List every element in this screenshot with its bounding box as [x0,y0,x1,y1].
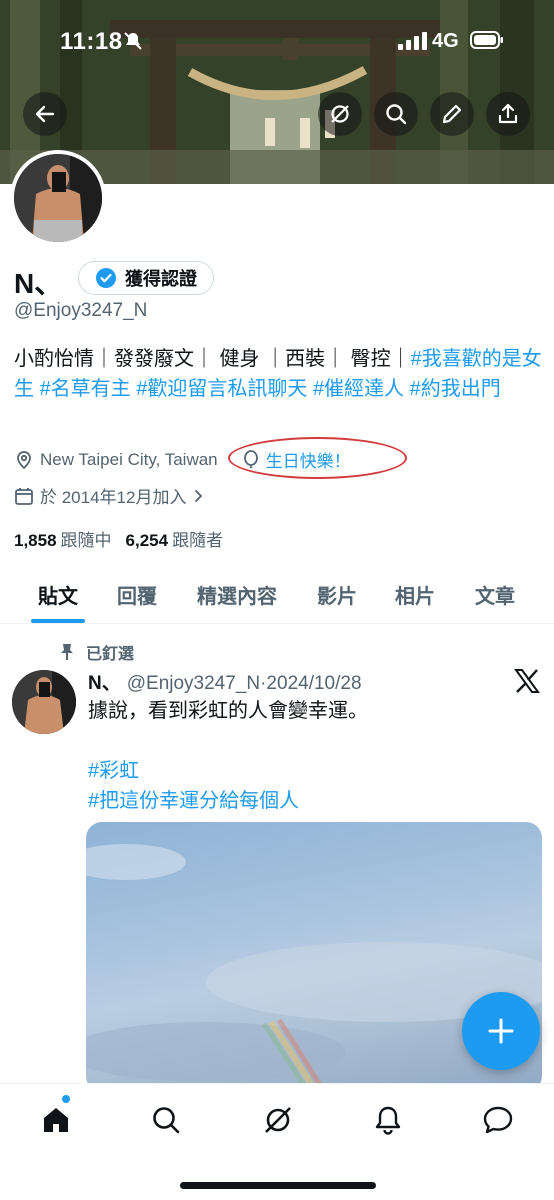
avatar-image [14,154,102,242]
post-author-avatar[interactable] [12,670,76,734]
bio-hashtag[interactable]: #歡迎留言私訊聊天 [136,378,307,400]
active-tab-indicator [31,619,85,623]
chevron-right-icon [195,489,203,502]
profile-avatar[interactable] [10,150,106,246]
edit-icon [442,104,462,124]
tab-posts[interactable]: 貼文 [20,566,96,623]
followers-count: 6,254 [125,531,169,550]
x-logo-icon [514,669,540,693]
bell-icon [375,1106,401,1135]
grok-icon [265,1107,291,1133]
verified-badge-icon [96,268,116,288]
network-type: 4G [432,30,459,52]
status-time: 11:18 [60,28,123,55]
calendar-icon [15,487,33,505]
bottom-navigation [0,1083,554,1200]
location-pin-icon [17,450,31,469]
share-button[interactable] [486,92,530,136]
compose-post-button[interactable] [462,992,540,1070]
pin-icon [61,644,73,660]
back-arrow-icon [35,105,55,123]
search-profile-button[interactable] [374,92,418,136]
status-bar: 11:18 4G [0,0,554,80]
joined-row[interactable]: 於 2014年12月加入 [14,483,206,508]
home-notification-dot [62,1095,70,1103]
following-label: 跟隨中 [60,531,112,550]
cellular-signal-icon [398,32,427,50]
messages-icon [483,1106,513,1134]
tab-photos[interactable]: 相片 [382,566,448,623]
post-author-handle[interactable]: @Enjoy3247_N [127,673,260,694]
nav-grok[interactable] [258,1100,298,1140]
bio-hashtag[interactable]: #催經達人 [313,378,404,400]
post-header: N、 @Enjoy3247_N·2024/10/28 [88,668,362,695]
post-date[interactable]: ·2024/10/28 [260,673,361,694]
edit-button[interactable] [430,92,474,136]
battery-icon [470,31,503,49]
follow-counts: 1,858 跟隨中 6,254 跟隨者 [14,526,223,551]
nav-notifications[interactable] [368,1100,408,1140]
back-button[interactable] [23,92,67,136]
get-verified-button[interactable]: 獲得認證 [78,261,214,295]
post-author-name[interactable]: N、 [88,673,121,694]
followers-link[interactable]: 6,254 跟隨者 [126,526,224,551]
grok-icon [331,105,349,123]
share-icon [498,103,518,124]
post-text: 據說，看到彩虹的人會變幸運。 [88,700,368,722]
profile-location: New Taipei City, Taiwan [40,449,218,469]
profile-joined: 於 2014年12月加入 [40,488,187,507]
bio-hashtag[interactable]: #名草有主 [40,378,131,400]
following-count: 1,858 [14,531,57,550]
followers-label: 跟隨者 [172,531,224,550]
home-icon [44,1108,68,1132]
following-link[interactable]: 1,858 跟隨中 [14,526,112,551]
profile-handle: @Enjoy3247_N [14,300,148,321]
home-indicator [180,1182,376,1189]
search-icon [153,1107,180,1134]
profile-tabs: 貼文 回覆 精選內容 影片 相片 文章 [0,566,554,624]
post-hashtag[interactable]: #把這份幸運分給每個人 [88,784,299,813]
tab-replies[interactable]: 回覆 [104,566,170,623]
tab-articles[interactable]: 文章 [462,566,528,623]
bell-muted-icon [124,32,142,50]
nav-home[interactable] [36,1100,76,1140]
display-name: N、 [14,268,63,299]
nav-explore[interactable] [146,1100,186,1140]
grok-button[interactable] [318,92,362,136]
pinned-label: 已釘選 [86,646,135,663]
tab-highlights[interactable]: 精選內容 [186,566,288,623]
nav-messages[interactable] [478,1100,518,1140]
pinned-indicator: 已釘選 [58,640,134,664]
tab-videos[interactable]: 影片 [304,566,370,623]
plus-icon [488,1018,514,1044]
annotation-circle [228,437,407,479]
bio-hashtag[interactable]: #約我出門 [410,378,501,400]
post-hashtag[interactable]: #彩虹 [88,754,139,783]
avatar-image [12,670,76,734]
bio-text: 小酌怡情｜發發廢文｜ 健身 ｜西裝｜ 臀控｜ [14,348,411,370]
search-icon [386,104,407,125]
get-verified-label: 獲得認證 [125,269,197,289]
profile-bio: 小酌怡情｜發發廢文｜ 健身 ｜西裝｜ 臀控｜#我喜歡的是女生 #名草有主 #歡迎… [14,344,544,404]
